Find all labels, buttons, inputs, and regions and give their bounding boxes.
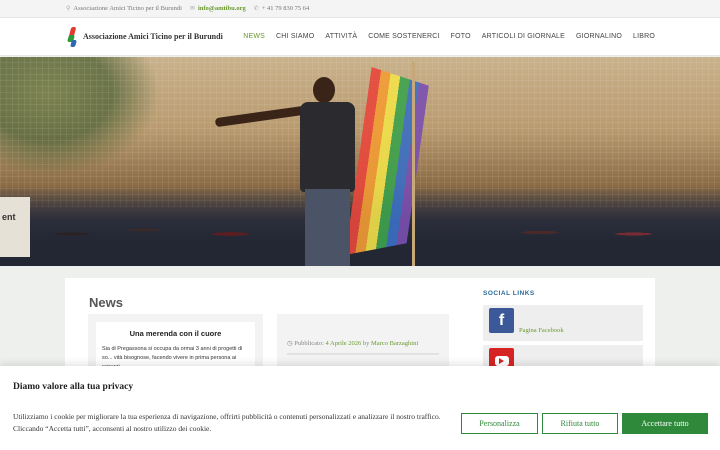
envelope-icon: ✉ <box>189 6 195 12</box>
clock-icon: ◷ <box>287 340 293 347</box>
map-marker-icon: ⚲ <box>66 6 71 12</box>
top-info-bar: ⚲ Associazione Amici Ticino per il Burun… <box>0 0 720 18</box>
nav-articoli[interactable]: ARTICOLI DI GIORNALE <box>482 33 565 40</box>
box-text: ent <box>2 212 16 222</box>
nav-libro[interactable]: LIBRO <box>633 33 655 40</box>
nav-chi-siamo[interactable]: CHI SIAMO <box>276 33 314 40</box>
facebook-icon[interactable]: f <box>489 308 514 333</box>
email-link[interactable]: info@amtibu.org <box>198 5 246 12</box>
speaker-figure <box>214 77 365 266</box>
phone-number[interactable]: + 41 79 830 75 64 <box>262 5 310 12</box>
logo-mark-icon <box>67 26 78 47</box>
nav-attivita[interactable]: ATTIVITÀ <box>325 33 357 40</box>
by-label: by <box>362 340 370 347</box>
news-card-title[interactable]: Una merenda con il cuore <box>102 329 249 338</box>
nav-news[interactable]: NEWS <box>243 33 265 40</box>
phone-item[interactable]: ✆ + 41 79 830 75 64 <box>254 5 310 12</box>
facebook-link-label[interactable]: Pagina Facebook <box>519 327 564 334</box>
cardboard-box <box>0 197 30 257</box>
nav-foto[interactable]: FOTO <box>451 33 471 40</box>
reject-all-button[interactable]: Rifiuta tutto <box>542 413 618 434</box>
social-links-heading: SOCIAL LINKS <box>483 290 535 297</box>
phone-icon: ✆ <box>253 6 259 12</box>
site-header: Associazione Amici Ticino per il Burundi… <box>0 18 720 56</box>
hero-image: ent <box>0 57 720 266</box>
main-nav: NEWS CHI SIAMO ATTIVITÀ COME SOSTENERCI … <box>243 33 655 40</box>
accept-all-button[interactable]: Accettare tutto <box>622 413 708 434</box>
author-link[interactable]: Marco Barzaghini <box>371 340 418 347</box>
social-link-facebook[interactable]: f Pagina Facebook <box>483 305 643 341</box>
nav-giornalino[interactable]: GIORNALINO <box>576 33 622 40</box>
logo-text[interactable]: Associazione Amici Ticino per il Burundi <box>83 32 223 41</box>
cookie-body: Utilizziamo i cookie per migliorare la t… <box>13 412 441 434</box>
post-date-link[interactable]: 4 Aprile 2026 <box>326 340 362 347</box>
customize-button[interactable]: Personalizza <box>461 413 538 434</box>
divider <box>287 353 439 356</box>
email-item[interactable]: ✉ info@amtibu.org <box>190 5 246 12</box>
published-label: Pubblicato: <box>294 340 324 347</box>
site-logo[interactable]: Associazione Amici Ticino per il Burundi <box>67 26 223 47</box>
cookie-title: Diamo valore alla tua privacy <box>13 382 134 392</box>
org-name: Associazione Amici Ticino per il Burundi <box>73 5 182 12</box>
nav-come-sostenerci[interactable]: COME SOSTENERCI <box>368 33 439 40</box>
page-title: News <box>89 295 123 310</box>
cookie-consent-banner: Diamo valore alla tua privacy Utilizziam… <box>0 366 720 450</box>
address-item: ⚲ Associazione Amici Ticino per il Burun… <box>66 5 182 12</box>
